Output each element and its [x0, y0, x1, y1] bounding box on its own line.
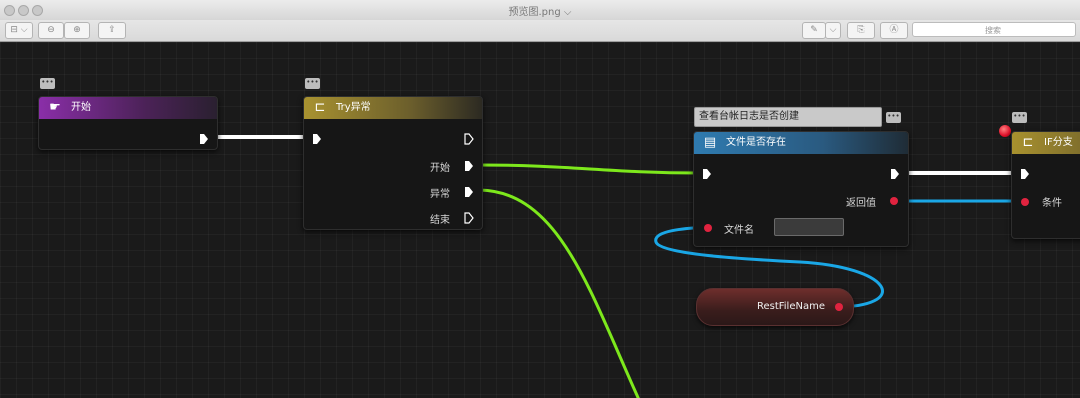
- blueprint-canvas[interactable]: ••• ☛ 开始 ••• ⊏ Try异常 开始 异常 结束 查看台帐日志是否创建…: [0, 42, 1080, 398]
- branch-icon: ⊏: [1022, 135, 1034, 150]
- return-value-pin[interactable]: [890, 197, 898, 205]
- sidebar-toggle-button[interactable]: ⊟ ⌵: [5, 22, 33, 39]
- condition-pin[interactable]: [1021, 198, 1029, 206]
- markup-menu-button[interactable]: ⌵: [825, 22, 841, 39]
- comment-icon[interactable]: •••: [886, 112, 901, 123]
- node-comment-box[interactable]: 查看台帐日志是否创建: [694, 107, 882, 127]
- window-title: 预览图.png ⌵: [508, 7, 572, 18]
- comment-icon[interactable]: •••: [1012, 112, 1027, 123]
- start-node-header[interactable]: ☛ 开始: [39, 97, 217, 119]
- exec-out-pin[interactable]: [890, 168, 900, 180]
- try-end-label: 结束: [430, 215, 450, 226]
- start-node-title: 开始: [71, 102, 91, 113]
- viewer-toolbar: ⊟ ⌵ ⊖ ⊕ ⇪ ✎ ⌵ ⎘ Ⓐ 搜索: [0, 20, 1080, 42]
- file-exists-node-title: 文件是否存在: [726, 137, 786, 148]
- exec-in-pin[interactable]: [1020, 168, 1030, 180]
- breakpoint-icon[interactable]: [999, 125, 1011, 137]
- variable-node[interactable]: RestFileName: [696, 288, 854, 326]
- if-branch-node[interactable]: ⊏ IF分支 条件: [1011, 131, 1080, 239]
- try-node-header[interactable]: ⊏ Try异常: [304, 97, 482, 119]
- try-node-title: Try异常: [336, 102, 371, 113]
- filename-input[interactable]: [774, 218, 844, 236]
- exec-in-pin[interactable]: [312, 133, 322, 145]
- filename-label: 文件名: [724, 225, 754, 236]
- zoom-out-button[interactable]: ⊖: [38, 22, 64, 39]
- green-wire-start-file: [479, 163, 701, 175]
- file-exists-node-header[interactable]: ▤ 文件是否存在: [694, 132, 908, 154]
- try-end-pin[interactable]: [464, 212, 474, 224]
- markup-button[interactable]: ✎: [802, 22, 826, 39]
- rotate-button[interactable]: ⎘: [847, 22, 875, 39]
- green-wire-exception: [479, 188, 640, 398]
- exec-out-pin[interactable]: [464, 133, 474, 145]
- exec-out-pin[interactable]: [199, 133, 209, 145]
- condition-label: 条件: [1042, 198, 1062, 209]
- try-start-label: 开始: [430, 163, 450, 174]
- hand-pointing-icon: ☛: [49, 100, 61, 115]
- if-branch-node-header[interactable]: ⊏ IF分支: [1012, 132, 1080, 154]
- filename-pin[interactable]: [704, 224, 712, 232]
- window-titlebar: 预览图.png ⌵: [0, 0, 1080, 21]
- variable-label: RestFileName: [756, 301, 825, 312]
- comment-icon[interactable]: •••: [40, 78, 55, 89]
- comment-icon[interactable]: •••: [305, 78, 320, 89]
- try-exception-pin[interactable]: [464, 186, 474, 198]
- zoom-in-button[interactable]: ⊕: [64, 22, 90, 39]
- start-node[interactable]: ☛ 开始: [38, 96, 218, 150]
- annotate-button[interactable]: Ⓐ: [880, 22, 908, 39]
- search-field[interactable]: 搜索: [912, 22, 1076, 37]
- return-value-label: 返回值: [846, 198, 876, 209]
- try-node[interactable]: ⊏ Try异常 开始 异常 结束: [303, 96, 483, 230]
- file-exists-node[interactable]: ▤ 文件是否存在 返回值 文件名: [693, 131, 909, 247]
- document-icon: ▤: [703, 135, 717, 150]
- exec-in-pin[interactable]: [702, 168, 712, 180]
- share-button[interactable]: ⇪: [98, 22, 126, 39]
- try-bracket-icon: ⊏: [314, 100, 326, 115]
- try-exception-label: 异常: [430, 189, 450, 200]
- try-start-pin[interactable]: [464, 160, 474, 172]
- if-branch-node-title: IF分支: [1044, 137, 1073, 148]
- variable-out-pin[interactable]: [835, 303, 843, 311]
